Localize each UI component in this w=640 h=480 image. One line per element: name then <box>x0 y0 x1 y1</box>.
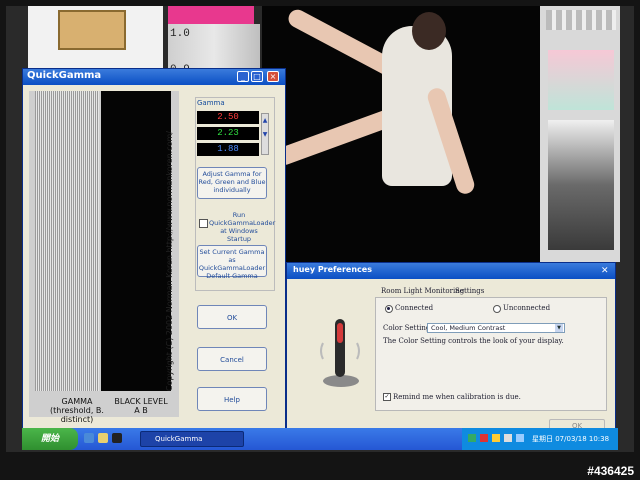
maximize-button[interactable]: □ <box>251 71 263 82</box>
copyright-text: Copyright (C) 2002 Norman Koren http://w… <box>165 131 174 392</box>
tab-settings[interactable]: Settings <box>455 287 484 295</box>
chevron-down-icon[interactable]: ▼ <box>555 324 563 332</box>
remind-calibration-checkbox[interactable]: ✓ <box>383 393 391 401</box>
close-button[interactable]: × <box>267 71 279 82</box>
gamma-blue-value[interactable]: 1.88 <box>197 143 259 156</box>
color-setting-label: Color Setting: <box>383 324 433 332</box>
gamma-green-value[interactable]: 2.23 <box>197 127 259 140</box>
close-icon[interactable]: ✕ <box>601 266 609 276</box>
minimize-button[interactable]: _ <box>237 71 249 82</box>
black-level-pattern <box>101 91 171 391</box>
taskbar-item-quickgamma[interactable]: QuickGamma <box>140 431 244 447</box>
photo-figure-hair <box>412 12 446 50</box>
pink-color-strip <box>168 6 254 24</box>
taskbar: 開始 QuickGamma 星期日 07/03/18 10:38 <box>22 428 618 450</box>
folder-icon[interactable] <box>98 433 108 443</box>
gamma-stripe-pattern <box>35 91 99 391</box>
tab-room-light-monitoring[interactable]: Room Light Monitoring <box>381 287 464 295</box>
photo-caption: #436425 <box>587 464 634 478</box>
gamma-label: GAMMA (threshold, B. distinct) <box>50 397 104 424</box>
help-button[interactable]: Help <box>197 387 267 411</box>
tray-volume-icon[interactable] <box>504 434 512 442</box>
ie-icon[interactable] <box>84 433 94 443</box>
set-default-gamma-button[interactable]: Set Current Gamma as QuickGammaLoader De… <box>197 245 267 280</box>
ok-button[interactable]: OK <box>197 305 267 329</box>
tray-icons <box>468 434 528 444</box>
huey-titlebar[interactable]: huey Preferences ✕ <box>287 263 615 279</box>
radio-selected-dot <box>387 307 390 310</box>
tray-language-icon[interactable] <box>516 434 524 442</box>
huey-preferences-window: huey Preferences ✕ Room Light Monitoring… <box>286 262 616 438</box>
color-setting-select[interactable]: Cool, Medium Contrast <box>427 323 565 333</box>
run-at-startup-label: Run QuickGammaLoader at Windows Startup <box>209 211 276 243</box>
unconnected-label: Unconnected <box>503 304 551 312</box>
taskbar-clock[interactable]: 星期日 07/03/18 10:38 <box>532 434 609 444</box>
quickgamma-titlebar[interactable]: QuickGamma _ □ × <box>23 69 285 85</box>
remind-calibration-label: Remind me when calibration is due. <box>393 393 521 401</box>
adjust-rgb-button[interactable]: Adjust Gamma for Red, Green and Blue ind… <box>197 167 267 199</box>
huey-device-icon <box>320 319 360 387</box>
gamma-chart: Copyright (C) 2002 Norman Koren http://w… <box>29 91 179 424</box>
spin-down-icon[interactable]: ▼ <box>263 131 268 138</box>
shelf-items <box>548 50 614 110</box>
start-button[interactable]: 開始 <box>22 428 78 450</box>
wallpaper-photo <box>262 6 540 262</box>
shelf-items <box>548 120 614 250</box>
chart-label-top: 1.0 <box>170 28 190 40</box>
black-level-label: BLACK LEVEL A B <box>114 397 168 415</box>
quickgamma-window: QuickGamma _ □ × Copyright (C) 2002 Norm… <box>22 68 286 430</box>
quick-launch <box>84 433 128 445</box>
spin-up-icon[interactable]: ▲ <box>263 117 268 124</box>
gamma-panel-title: Gamma <box>197 99 225 107</box>
gamma-red-value[interactable]: 2.50 <box>197 111 259 124</box>
shelf-rack <box>546 10 616 30</box>
connected-label: Connected <box>395 304 434 312</box>
tray-antivirus-icon[interactable] <box>480 434 488 442</box>
gamma-spinner[interactable]: ▲ ▼ <box>261 113 269 155</box>
tray-warning-icon[interactable] <box>492 434 500 442</box>
window-title: QuickGamma <box>27 70 102 81</box>
unconnected-radio[interactable] <box>493 305 501 313</box>
tray-network-icon[interactable] <box>468 434 476 442</box>
cancel-button[interactable]: Cancel <box>197 347 267 371</box>
desktop-thumbnail <box>58 10 126 50</box>
color-setting-description: The Color Setting controls the look of y… <box>383 337 564 345</box>
desktop-icon[interactable] <box>112 433 122 443</box>
window-title: huey Preferences <box>293 265 372 274</box>
run-at-startup-checkbox[interactable] <box>199 219 208 228</box>
